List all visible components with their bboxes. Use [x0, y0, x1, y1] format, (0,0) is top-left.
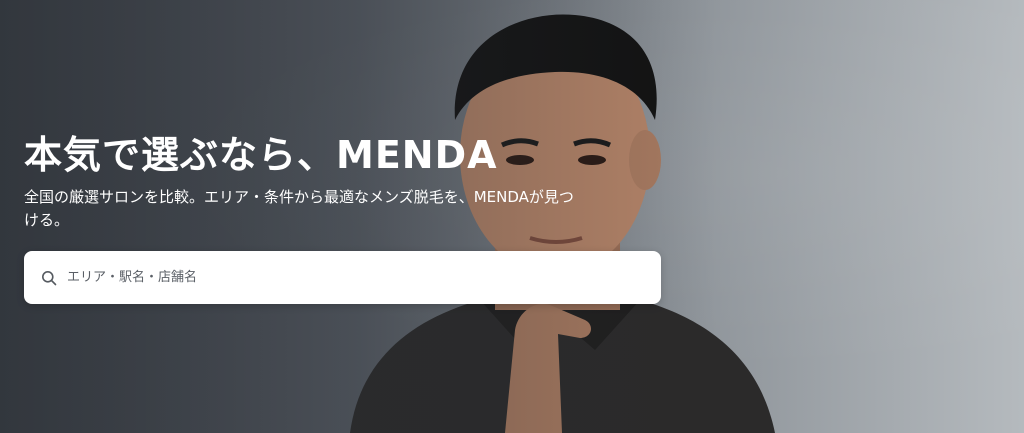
hero-headline: 本気で選ぶなら、MENDA: [24, 133, 498, 177]
search-box[interactable]: [24, 251, 661, 304]
hero-section: 本気で選ぶなら、MENDA 全国の厳選サロンを比較。エリア・条件から最適なメンズ…: [0, 0, 1024, 433]
hero-content: 本気で選ぶなら、MENDA 全国の厳選サロンを比較。エリア・条件から最適なメンズ…: [24, 130, 664, 232]
hero-subtext: 全国の厳選サロンを比較。エリア・条件から最適なメンズ脱毛を、MENDAが見つける…: [24, 188, 574, 229]
search-input[interactable]: [65, 256, 649, 299]
search-icon: [41, 270, 57, 286]
